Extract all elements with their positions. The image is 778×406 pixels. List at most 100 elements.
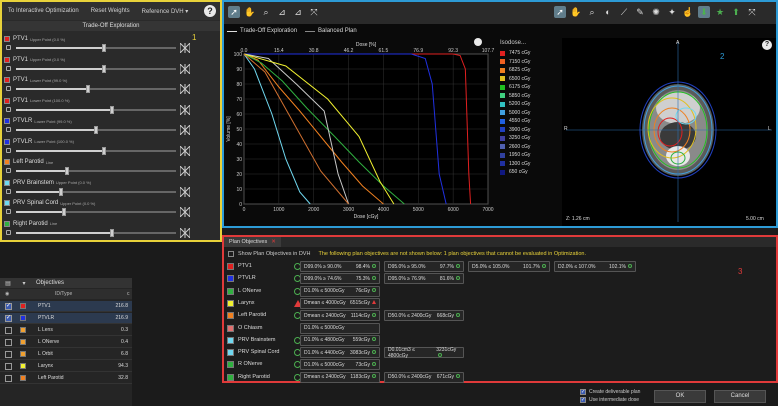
- isodose-item[interactable]: 2600 cGy: [500, 143, 562, 152]
- restrict-icon[interactable]: [179, 144, 191, 157]
- isodose-title[interactable]: Isodose...: [500, 40, 562, 49]
- slider-track[interactable]: [16, 47, 176, 49]
- plan-goal-field[interactable]: D1.0% ≤ 4400cGy 3083cGy: [300, 347, 380, 359]
- slider-track[interactable]: [16, 170, 176, 172]
- restrict-icon[interactable]: [179, 164, 191, 178]
- slider-thumb[interactable]: [86, 85, 90, 93]
- plan-goal-field[interactable]: D5.0% ≤ 105.0% 101.7%: [468, 261, 550, 272]
- plan-goal-field[interactable]: D2.0% ≤ 107.0% 102.1%: [554, 261, 636, 272]
- palette-icon[interactable]: ✺: [650, 6, 662, 18]
- objectives-menu-icon[interactable]: ▤: [0, 280, 16, 287]
- lock-icon[interactable]: [6, 147, 11, 153]
- lock-icon[interactable]: [6, 127, 11, 132]
- objective-checkbox[interactable]: [5, 350, 12, 358]
- chart-help-icon[interactable]: [474, 38, 482, 46]
- plan-goal-field[interactable]: Dmean ≤ 2400cGy 1183cGy: [300, 371, 380, 383]
- plan-goal-field[interactable]: D50.0% ≤ 2400cGy 671cGy: [384, 371, 464, 383]
- isodose-item[interactable]: 1950 cGy: [500, 151, 562, 160]
- isodose-item[interactable]: 7475 cGy: [500, 49, 562, 58]
- isodose-item[interactable]: 3250 cGy: [500, 134, 562, 143]
- plan-goal-field[interactable]: Dmean ≤ 2400cGy 1114cGy: [300, 310, 380, 322]
- ct-window-icon[interactable]: ◐: [602, 6, 614, 18]
- plan-goal-field[interactable]: D1.0% ≤ 5000cGy 76cGy: [300, 285, 380, 297]
- dropdown-icon[interactable]: ▾: [16, 280, 32, 287]
- objective-row[interactable]: L Lens 0.3: [0, 325, 132, 336]
- objective-checkbox[interactable]: [5, 326, 12, 334]
- plan-goal-field[interactable]: D95.0% ≥ 76.9% 81.6%: [384, 273, 464, 285]
- lock-icon[interactable]: [6, 209, 11, 214]
- objective-checkbox[interactable]: [5, 338, 12, 346]
- close-icon[interactable]: ✕: [271, 239, 276, 245]
- restrict-icon[interactable]: [179, 82, 191, 96]
- zoom-icon[interactable]: ⌕: [260, 6, 272, 18]
- plan-goal-field[interactable]: D1.0% ≤ 5000cGy: [300, 322, 380, 334]
- lock-icon[interactable]: [6, 229, 11, 235]
- ct-image[interactable]: [562, 38, 776, 226]
- plan-goal-field[interactable]: D1.0% ≤ 5000cGy 73cGy: [300, 359, 380, 371]
- restrict-icon[interactable]: [179, 41, 191, 55]
- col-id-type[interactable]: ID/Type: [55, 291, 105, 297]
- plan-goal-field[interactable]: D95.0% ≥ 95.0% 97.7%: [384, 261, 464, 272]
- ok-button[interactable]: OK: [654, 390, 706, 403]
- ct-slice-view[interactable]: A R L Z: 1.26 cm 5.00 cm 2 ?: [562, 38, 776, 226]
- tab-plan-objectives[interactable]: Plan Objectives ✕: [224, 237, 281, 247]
- objective-checkbox[interactable]: [5, 302, 12, 310]
- col-value[interactable]: c: [127, 291, 130, 297]
- slider-track[interactable]: [16, 149, 176, 152]
- cancel-button[interactable]: Cancel: [714, 390, 766, 403]
- objective-row[interactable]: PTVLR 216.9: [0, 313, 132, 324]
- fit-view-icon[interactable]: ⤧: [308, 6, 320, 18]
- lock-icon[interactable]: [6, 45, 11, 50]
- contour-icon[interactable]: ✦: [666, 6, 678, 18]
- isodose-item[interactable]: 6500 cGy: [500, 75, 562, 84]
- slice-up-icon[interactable]: ⬆: [730, 6, 742, 18]
- objective-checkbox[interactable]: [5, 314, 12, 322]
- objective-checkbox[interactable]: [5, 362, 12, 370]
- lock-icon[interactable]: [6, 86, 11, 91]
- slider-track[interactable]: [16, 108, 176, 111]
- create-deliverable-option[interactable]: ✓ Create deliverable plan: [580, 388, 640, 395]
- dvh-compare-icon[interactable]: ⊿: [276, 6, 288, 18]
- restrict-icon[interactable]: [179, 226, 191, 239]
- slider-track[interactable]: [16, 88, 176, 90]
- plan-goal-field[interactable]: Dmean ≤ 4000cGy 6515cGy: [300, 297, 380, 309]
- isodose-item[interactable]: 7150 cGy: [500, 58, 562, 67]
- isodose-item[interactable]: 4550 cGy: [500, 117, 562, 126]
- slice-down-icon[interactable]: ⬇: [698, 6, 710, 18]
- lock-icon[interactable]: [6, 65, 11, 71]
- slider-thumb[interactable]: [102, 64, 106, 73]
- reset-weights-button[interactable]: Reset Weights: [85, 8, 136, 14]
- isodose-item[interactable]: 3900 cGy: [500, 126, 562, 135]
- isodose-item[interactable]: 650 cGy: [500, 168, 562, 177]
- measure-icon[interactable]: ⟋: [618, 6, 630, 18]
- slider-thumb[interactable]: [65, 167, 70, 175]
- slider-thumb[interactable]: [62, 208, 66, 216]
- objective-row[interactable]: Larynx 94.3: [0, 361, 132, 372]
- create-deliverable-checkbox[interactable]: ✓: [580, 388, 586, 395]
- ct-help-icon[interactable]: ?: [762, 40, 772, 50]
- ct-zoom-icon[interactable]: ⌕: [586, 6, 598, 18]
- restrict-icon[interactable]: [179, 103, 191, 116]
- slider-track[interactable]: [16, 211, 176, 213]
- eye-icon[interactable]: ◉: [5, 291, 25, 297]
- slider-track[interactable]: [16, 190, 176, 193]
- slider-thumb[interactable]: [102, 146, 106, 155]
- isodose-item[interactable]: 1300 cGy: [500, 160, 562, 169]
- lock-icon[interactable]: [6, 168, 11, 173]
- isodose-item[interactable]: 6825 cGy: [500, 66, 562, 75]
- show-in-dvh-checkbox[interactable]: [228, 250, 234, 257]
- restrict-icon[interactable]: [179, 123, 191, 137]
- dvh-chart[interactable]: 0 0.0 1000 15.4 2000 30.8 3000 46.2 4000 61.5 5000…: [224, 38, 496, 226]
- slider-thumb[interactable]: [102, 44, 106, 52]
- objective-checkbox[interactable]: [5, 374, 12, 382]
- isodose-item[interactable]: 6175 cGy: [500, 83, 562, 92]
- isodose-item[interactable]: 5200 cGy: [500, 100, 562, 109]
- marker-icon[interactable]: ✎: [634, 6, 646, 18]
- restrict-icon[interactable]: [179, 205, 191, 219]
- objective-row[interactable]: Left Parotid 32.8: [0, 373, 132, 384]
- help-icon[interactable]: ?: [204, 5, 216, 17]
- plan-goal-field[interactable]: D99.0% ≥ 74.6% 75.3%: [300, 273, 380, 285]
- objective-row[interactable]: L Orbit 6.8: [0, 349, 132, 360]
- ct-fit-view-icon[interactable]: ⤧: [746, 6, 758, 18]
- plan-goal-field[interactable]: D0.01cm3 ≤ 4800cGy 3231cGy: [384, 347, 464, 359]
